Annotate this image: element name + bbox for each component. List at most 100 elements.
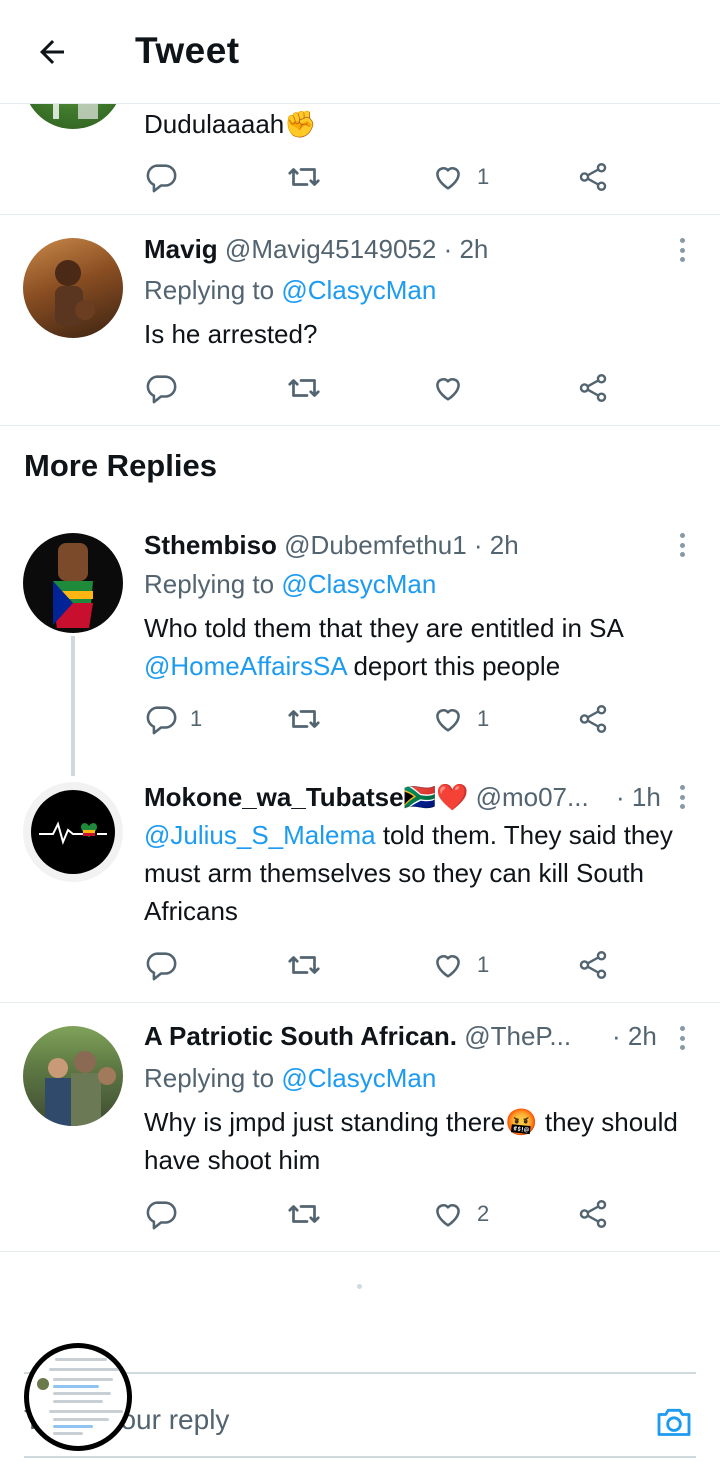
divider [0,1251,720,1252]
like-count: 1 [477,952,490,977]
more-options-button[interactable] [672,782,692,812]
reply-button[interactable] [144,368,178,408]
reply-icon [146,952,177,981]
more-options-button[interactable] [672,1023,692,1053]
mention-link[interactable]: @ClasycMan [281,569,436,599]
avatar[interactable] [23,238,123,338]
retweet-button[interactable] [286,368,322,408]
divider [0,425,720,426]
more-replies-heading: More Replies [24,448,217,483]
arrow-left-icon [40,40,64,64]
author-line: Sthembiso @Dubemfethu1 · 2h [144,530,519,561]
tweet-text: Is he arrested? [144,319,318,349]
more-options-button[interactable] [672,235,692,265]
timestamp: · 1h [616,782,661,812]
author-handle[interactable]: @TheP... [464,1021,571,1051]
retweet-button[interactable] [286,1194,322,1234]
like-count: 1 [477,706,490,731]
share-icon [579,1200,607,1228]
reply-icon [146,375,177,404]
replying-to: Replying to @ClasycMan [144,275,436,306]
reply-button[interactable] [144,945,178,985]
reply-icon [146,706,177,735]
more-options-button[interactable] [672,530,692,560]
tweet-item[interactable]: Mokone_wa_Tubatse🇿🇦❤️ @mo07... · 1h @Jul… [0,772,720,1002]
tweet-text: Dudulaaaah✊ [144,109,317,139]
tweet-text-line: Who told them that they are entitled in … [144,613,624,643]
mention-link[interactable]: @HomeAffairsSA [144,651,346,681]
replying-prefix: Replying to [144,569,282,599]
author-handle[interactable]: @mo07... [476,782,589,812]
author-name[interactable]: A Patriotic South African. [144,1021,457,1051]
avatar[interactable] [23,533,123,633]
heart-icon [436,1204,460,1227]
share-icon [579,951,607,979]
reply-button[interactable] [144,1194,178,1234]
replying-prefix: Replying to [144,1063,282,1093]
mention-link[interactable]: @ClasycMan [281,275,436,305]
reply-button[interactable]: 1 [144,699,202,739]
retweet-icon [288,710,320,728]
tweet-item[interactable]: Sthembiso @Dubemfethu1 · 2h Replying to … [0,512,720,772]
retweet-icon [288,956,320,974]
author-name[interactable]: Mokone_wa_Tubatse🇿🇦❤️ [144,782,468,812]
author-line: A Patriotic South African. @TheP... [144,1021,571,1052]
retweet-button[interactable] [286,157,322,197]
mention-link[interactable]: @Julius_S_Malema [144,820,376,850]
like-button[interactable]: 1 [431,157,489,197]
composer-underline [24,1456,696,1458]
tweet-item[interactable]: A Patriotic South African. @TheP... · 2h… [0,1003,720,1251]
tweet-actions: 1 1 [144,699,624,739]
loading-indicator [357,1284,362,1289]
page-title: Tweet [135,30,240,71]
share-button[interactable] [576,699,610,739]
author-line: Mokone_wa_Tubatse🇿🇦❤️ @mo07... [144,782,589,813]
share-button[interactable] [576,945,610,985]
share-icon [579,163,607,191]
back-button[interactable] [30,30,74,74]
tweet-actions: 1 [144,157,624,197]
author-name[interactable]: Mavig [144,234,218,264]
like-button[interactable]: 1 [431,699,489,739]
reply-button[interactable] [144,157,178,197]
replying-prefix: Replying to [144,275,282,305]
like-button[interactable] [431,368,465,408]
retweet-icon [288,168,320,186]
timestamp: · 2h [473,530,519,560]
tweet-item[interactable]: Mavig @Mavig45149052 · 2h Replying to @C… [0,215,720,425]
retweet-icon [288,379,320,397]
tweet-text: Who told them that they are entitled in … [144,609,704,685]
avatar[interactable] [23,1026,123,1126]
share-button[interactable] [576,157,610,197]
tweet-text-rest: deport this people [346,651,561,681]
camera-button[interactable] [654,1402,694,1442]
reply-count: 1 [190,706,203,731]
heart-icon [436,378,460,401]
tweet-text: @Julius_S_Malema told them. They said th… [144,816,704,930]
like-count: 2 [477,1201,490,1226]
tweet-actions: 1 [144,945,624,985]
like-button[interactable]: 2 [431,1194,489,1234]
retweet-icon [288,1205,320,1223]
avatar[interactable] [23,782,123,882]
like-button[interactable]: 1 [431,945,489,985]
tweet-actions [144,368,624,408]
screenshot-thumbnail[interactable] [24,1343,132,1451]
share-button[interactable] [576,368,610,408]
mention-link[interactable]: @ClasycMan [281,1063,436,1093]
tweet-text: Why is jmpd just standing there🤬 they sh… [144,1107,678,1175]
retweet-button[interactable] [286,945,322,985]
author-handle[interactable]: @Mavig45149052 [225,234,436,264]
retweet-button[interactable] [286,699,322,739]
reply-icon [146,164,177,193]
share-button[interactable] [576,1194,610,1234]
timestamp: · 2h [443,234,489,264]
author-name[interactable]: Sthembiso [144,530,277,560]
top-app-bar: Tweet [0,0,720,104]
camera-icon [657,1408,691,1436]
like-count: 1 [477,164,490,189]
replying-to: Replying to @ClasycMan [144,1063,436,1094]
author-handle[interactable]: @Dubemfethu1 [284,530,467,560]
heart-icon [436,709,460,732]
heart-icon [436,167,460,190]
